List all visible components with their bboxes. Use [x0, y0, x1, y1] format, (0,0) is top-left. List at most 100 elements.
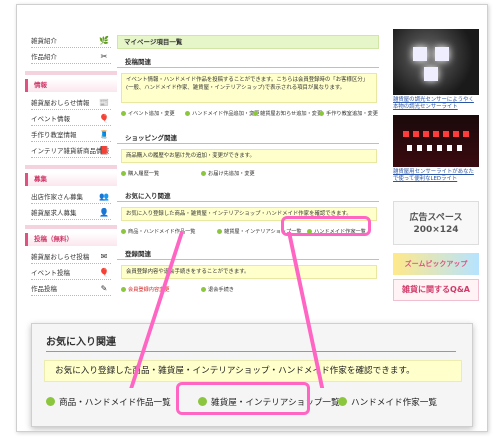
led-strip-icon	[403, 131, 469, 137]
sidebar-item-zakka-news[interactable]: 雑貨屋おしらせ情報 📰	[31, 97, 111, 110]
sidebar-item-label: 雑貨屋おしらせ投稿	[31, 253, 90, 261]
sidebar-item-label: 雑貨紹介	[31, 37, 57, 45]
link-label: 購入履歴一覧	[128, 171, 160, 177]
link-label: お届け先追加・変更	[208, 171, 255, 177]
zoom-section-title: お気に入り関連	[46, 336, 456, 352]
mail-icon: ✉	[100, 252, 108, 261]
page-title: マイページ項目一覧	[117, 35, 379, 49]
sidebar-item-job-recruit[interactable]: 雑貨屋求人募集 👤	[31, 207, 111, 220]
main-content: マイページ項目一覧 投稿関連 イベント情報・ハンドメイド作品を投稿することができ…	[117, 11, 382, 329]
screenshot-frame: 雑貨紹介 🌿 作品紹介 ✂ 情報 雑貨屋おしらせ情報 📰 イベント情報 🎈 手作…	[0, 0, 500, 446]
link-label: 退会手続き	[208, 287, 234, 293]
link-label: 商品・ハンドメイド作品一覧	[59, 398, 171, 408]
link-label: ハンドメイド作家一覧	[351, 398, 437, 408]
sidebar-item-zakka[interactable]: 雑貨紹介 🌿	[31, 35, 111, 48]
sidebar-item-workshops[interactable]: 手作り教室情報 🧵	[31, 129, 111, 142]
section-title-post: 投稿関連	[117, 57, 379, 68]
sidebar-item-label: イベント情報	[31, 115, 70, 123]
bullet-icon	[253, 110, 258, 116]
zoom-link-fav-artists[interactable]: ハンドメイド作家一覧	[338, 394, 437, 412]
ad-image-sensor-light[interactable]	[393, 29, 479, 95]
page-screenshot: 雑貨紹介 🌿 作品紹介 ✂ 情報 雑貨屋おしらせ情報 📰 イベント情報 🎈 手作…	[16, 4, 488, 432]
bullet-icon	[46, 397, 55, 406]
book-icon: 📕	[99, 146, 109, 155]
link-fav-products[interactable]: 商品・ハンドメイド作品一覧	[121, 227, 195, 237]
light-icon	[413, 47, 427, 61]
highlight-box-small	[281, 216, 371, 236]
bullet-icon	[217, 228, 222, 234]
ad-image-led-light[interactable]	[393, 115, 479, 167]
ad-caption-2[interactable]: 雑貨屋用センサーライトがあなたで使って便利なLEDライト	[393, 169, 479, 183]
section-note-shopping: 商品購入の履歴やお届け先の追加・変更ができます。	[121, 149, 377, 163]
pencil-icon: ✎	[100, 284, 108, 293]
sidebar-item-label: 作品投稿	[31, 285, 57, 293]
bullet-icon	[121, 110, 126, 116]
ad-space[interactable]: 広告スペース 200×124	[393, 201, 479, 245]
section-note-registration: 会員登録内容や退会手続きをすることができます。	[121, 265, 377, 279]
sidebar-item-label: 手作り教室情報	[31, 131, 77, 139]
link-purchase-history[interactable]: 購入履歴一覧	[121, 169, 159, 179]
sidebar-heading-post: 投稿（無料）	[25, 233, 117, 246]
right-ad-column: 雑貨屋の調光センサーにようやく本物の調光センサーライト 雑貨屋用センサーライトが…	[389, 11, 481, 329]
section-title-shopping: ショッピング関連	[117, 133, 379, 144]
scissors-icon: ✂	[100, 52, 108, 61]
sidebar-separator	[25, 225, 117, 229]
sidebar-item-post-work[interactable]: 作品投稿 ✎	[31, 283, 111, 296]
sidebar-separator	[25, 71, 117, 75]
link-label: イベント追加・変更	[128, 111, 175, 117]
sidebar-heading-info: 情報	[25, 79, 117, 92]
balloon-icon: 🎈	[99, 268, 109, 277]
section-title-favorites: お気に入り関連	[117, 191, 379, 202]
sidebar-item-post-event[interactable]: イベント投稿 🎈	[31, 267, 111, 280]
sidebar-item-label: 雑貨屋求人募集	[31, 209, 77, 217]
bullet-icon	[121, 228, 126, 234]
sidebar-item-label: 雑貨屋おしらせ情報	[31, 99, 90, 107]
link-label: 手作り教室追加・変更	[326, 111, 378, 117]
people-icon: 👥	[99, 192, 109, 201]
bullet-icon	[185, 110, 190, 116]
section-title-registration: 登録関連	[117, 249, 379, 260]
sidebar-item-events[interactable]: イベント情報 🎈	[31, 113, 111, 126]
sidebar-item-label: イベント投稿	[31, 269, 70, 277]
person-icon: 👤	[99, 208, 109, 217]
ad-banner-qa[interactable]: 雑貨に関するQ&A	[393, 279, 479, 301]
zoom-section-note: お気に入り登録した商品・雑貨屋・インテリアショップ・ハンドメイド作家を確認できま…	[44, 360, 462, 382]
bullet-icon	[338, 397, 347, 406]
zoom-link-fav-products[interactable]: 商品・ハンドメイド作品一覧	[46, 394, 171, 412]
link-event-edit[interactable]: イベント追加・変更	[121, 109, 175, 119]
sidebar-heading-recruit: 募集	[25, 173, 117, 186]
bullet-icon	[121, 170, 126, 176]
leaf-icon: 🌿	[99, 36, 109, 45]
led-strip-icon	[407, 145, 467, 151]
link-workshop-edit[interactable]: 手作り教室追加・変更	[319, 109, 378, 119]
ad-caption-1[interactable]: 雑貨屋の調光センサーにようやく本物の調光センサーライト	[393, 97, 479, 111]
newspaper-icon: 📰	[99, 98, 109, 107]
link-delivery-address[interactable]: お届け先追加・変更	[201, 169, 255, 179]
sidebar-item-post-news[interactable]: 雑貨屋おしらせ投稿 ✉	[31, 251, 111, 264]
sidebar-item-artist-recruit[interactable]: 出店作家さん募集 👥	[31, 191, 111, 204]
link-zakka-news-edit[interactable]: 雑貨屋お知らせ追加・変更	[253, 109, 322, 119]
light-icon	[435, 47, 449, 61]
ad-space-title: 広告スペース	[409, 213, 463, 223]
link-withdraw[interactable]: 退会手続き	[201, 285, 234, 295]
bullet-icon	[201, 286, 206, 292]
link-label: 商品・ハンドメイド作品一覧	[128, 229, 196, 235]
link-label: 雑貨屋お知らせ追加・変更	[260, 111, 323, 117]
highlight-box-large	[176, 382, 310, 415]
thread-icon: 🧵	[99, 130, 109, 139]
link-handmade-edit[interactable]: ハンドメイド作品追加・変更	[185, 109, 259, 119]
ad-space-size: 200×124	[413, 225, 459, 235]
section-note-post: イベント情報・ハンドメイド作品を投稿することができます。こちらは会員登録時の「お…	[121, 73, 377, 103]
ad-banner-pickup[interactable]: ズームピックアップ	[393, 253, 479, 275]
section-links-post: イベント追加・変更 ハンドメイド作品追加・変更 雑貨屋お知らせ追加・変更 手作り…	[121, 109, 379, 119]
link-label: ハンドメイド作品追加・変更	[192, 111, 260, 117]
section-links-shopping: 購入履歴一覧 お届け先追加・変更	[121, 169, 379, 179]
sidebar-item-label: 作品紹介	[31, 53, 57, 61]
sidebar-item-label: 出店作家さん募集	[31, 193, 83, 201]
sidebar-separator	[25, 165, 117, 169]
sidebar-item-interior-new[interactable]: インテリア雑貨新商品情報 📕	[31, 145, 111, 158]
bullet-icon	[121, 286, 126, 292]
sidebar-item-works[interactable]: 作品紹介 ✂	[31, 51, 111, 64]
balloon-icon: 🎈	[99, 114, 109, 123]
left-sidebar: 雑貨紹介 🌿 作品紹介 ✂ 情報 雑貨屋おしらせ情報 📰 イベント情報 🎈 手作…	[25, 11, 117, 329]
